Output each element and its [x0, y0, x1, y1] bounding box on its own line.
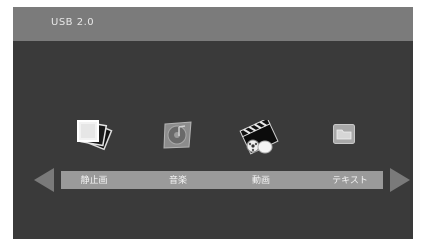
left-arrow-icon[interactable] — [33, 167, 55, 197]
music-disc-icon[interactable] — [161, 120, 195, 150]
movie-clapper-reel-icon[interactable] — [239, 117, 283, 156]
folder-icon[interactable] — [333, 124, 355, 144]
right-arrow-icon[interactable] — [389, 167, 411, 197]
tv-screen: USB 2.0 静止画 音楽 動画 テキスト — [13, 7, 413, 239]
menu-label-text[interactable]: テキスト — [332, 173, 368, 186]
menu-label-music[interactable]: 音楽 — [169, 173, 187, 186]
menu-label-movie[interactable]: 動画 — [252, 173, 270, 186]
source-title: USB 2.0 — [51, 17, 95, 28]
photo-stack-icon[interactable] — [75, 120, 115, 156]
title-bar: USB 2.0 — [13, 7, 413, 41]
menu-label-photo[interactable]: 静止画 — [80, 173, 107, 186]
menu-label-bar: 静止画 音楽 動画 テキスト — [61, 171, 383, 189]
